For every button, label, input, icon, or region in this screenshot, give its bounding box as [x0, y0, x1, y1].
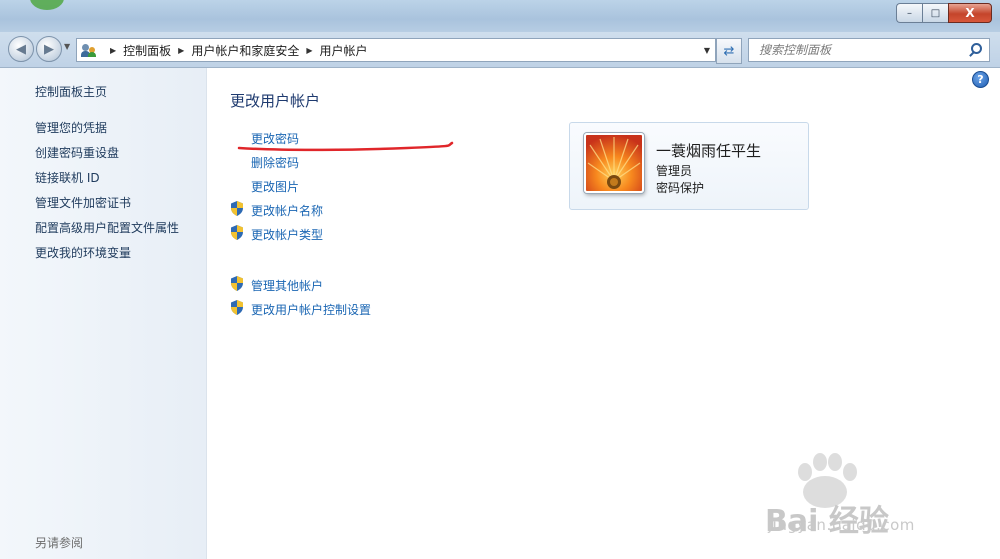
- recent-pages-dropdown-icon[interactable]: ▼: [64, 42, 70, 51]
- flower-picture-icon: [586, 135, 642, 191]
- sidebar-item-manage-credentials[interactable]: 管理您的凭据: [35, 119, 107, 136]
- change-account-name-link[interactable]: 更改帐户名称: [251, 202, 323, 219]
- user-account-card: 一蓑烟雨任平生 管理员 密码保护: [569, 122, 809, 210]
- breadcrumb-control-panel[interactable]: 控制面板: [123, 42, 171, 59]
- left-task-pane: 控制面板主页 管理您的凭据 创建密码重设盘 链接联机 ID 管理文件加密证书 配…: [0, 68, 207, 559]
- breadcrumb-user-accounts[interactable]: 用户帐户: [320, 42, 368, 59]
- breadcrumb-user-accounts-family-safety[interactable]: 用户帐户和家庭安全: [191, 42, 299, 59]
- user-accounts-icon: [81, 42, 97, 58]
- forward-button[interactable]: ▶: [36, 36, 62, 62]
- change-account-type-link[interactable]: 更改帐户类型: [251, 226, 323, 243]
- main-content: ? 更改用户帐户 更改密码 删除密码 更改图片 更改帐户名称 更改帐户类型 管理…: [207, 68, 1000, 559]
- sidebar-item-link-online-id[interactable]: 链接联机 ID: [35, 169, 100, 186]
- address-dropdown-icon[interactable]: ▼: [699, 39, 715, 61]
- maximize-button[interactable]: □: [922, 3, 948, 23]
- uac-shield-icon: [231, 201, 243, 216]
- sidebar-item-control-panel-home[interactable]: 控制面板主页: [35, 83, 107, 100]
- title-bar: – □ X: [0, 0, 1000, 32]
- refresh-button[interactable]: ⇄: [716, 38, 742, 64]
- watermark-url: jingyan.baidu.com: [768, 516, 915, 534]
- search-input[interactable]: [757, 42, 967, 58]
- breadcrumb-separator-icon[interactable]: ▶: [178, 46, 184, 55]
- address-bar[interactable]: ▶ 控制面板 ▶ 用户帐户和家庭安全 ▶ 用户帐户 ▼: [76, 38, 716, 62]
- remove-password-link[interactable]: 删除密码: [251, 154, 299, 171]
- sidebar-item-file-encryption-certificates[interactable]: 管理文件加密证书: [35, 194, 131, 211]
- refresh-icon: ⇄: [723, 43, 735, 59]
- window-controls: – □ X: [896, 3, 992, 23]
- minimize-button[interactable]: –: [896, 3, 922, 23]
- user-avatar[interactable]: [584, 133, 644, 193]
- manage-other-accounts-link[interactable]: 管理其他帐户: [251, 277, 323, 294]
- sidebar-item-create-reset-disk[interactable]: 创建密码重设盘: [35, 144, 119, 161]
- help-icon[interactable]: ?: [972, 71, 989, 88]
- sidebar-item-environment-variables[interactable]: 更改我的环境变量: [35, 244, 131, 261]
- change-uac-settings-link[interactable]: 更改用户帐户控制设置: [251, 301, 371, 318]
- see-also-heading: 另请参阅: [35, 536, 84, 550]
- close-button[interactable]: X: [948, 3, 992, 23]
- uac-shield-icon: [231, 276, 243, 291]
- page-title: 更改用户帐户: [230, 92, 321, 110]
- red-underline-annotation: [237, 141, 454, 152]
- search-icon[interactable]: [967, 41, 985, 59]
- back-button[interactable]: ◀: [8, 36, 34, 62]
- forward-arrow-icon: ▶: [44, 41, 54, 57]
- app-icon-partial: [30, 0, 64, 10]
- user-name: 一蓑烟雨任平生: [656, 142, 762, 160]
- search-box[interactable]: [748, 38, 990, 62]
- navigation-bar: ◀ ▶ ▼ ▶ 控制面板 ▶ 用户帐户和家庭安全 ▶ 用户帐户 ▼ ⇄: [0, 32, 1000, 68]
- change-picture-link[interactable]: 更改图片: [251, 178, 299, 195]
- user-role: 管理员: [656, 164, 693, 178]
- uac-shield-icon: [231, 225, 243, 240]
- password-status: 密码保护: [656, 181, 705, 195]
- uac-shield-icon: [231, 300, 243, 315]
- back-arrow-icon: ◀: [16, 41, 26, 57]
- breadcrumb-separator-icon[interactable]: ▶: [110, 46, 116, 55]
- sidebar-item-advanced-profile-properties[interactable]: 配置高级用户配置文件属性: [35, 219, 179, 236]
- breadcrumb-separator-icon[interactable]: ▶: [306, 46, 312, 55]
